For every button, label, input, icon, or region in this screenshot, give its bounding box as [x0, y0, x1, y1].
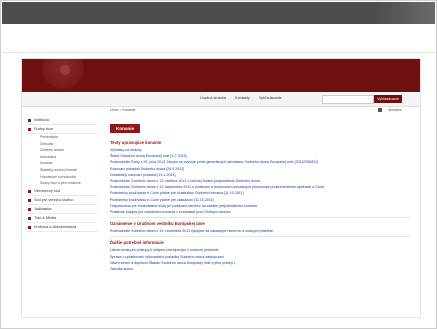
updated-label: aktuálne	[388, 108, 402, 112]
sidebar-item-label: Tlač & Médiá	[34, 215, 57, 220]
list-item-link[interactable]: Tabuľka súdov	[110, 266, 410, 272]
section-title: Ďalšie potrebné informácie	[110, 240, 164, 246]
breadcrumb[interactable]: Úvod > Konanie	[110, 108, 136, 112]
print-icon[interactable]	[378, 108, 382, 112]
top-link-search[interactable]: Vyhľadávanie	[259, 96, 282, 100]
sidebar-subitem[interactable]: Štatistiky súdnej činnosti	[28, 167, 98, 174]
sidebar-item-label: Judikatúra	[34, 206, 52, 211]
sidebar-item-general-court[interactable]: Všeobecný súd	[28, 187, 98, 196]
bullet-icon	[28, 189, 31, 193]
sidebar-nav: Inštitúcia Súdny dvor Prezentácia Členov…	[28, 116, 98, 232]
sidebar-item-label: Súd pre verejnú službu	[34, 197, 73, 202]
sidebar-item-institution[interactable]: Inštitúcia	[28, 116, 98, 125]
sidebar-item-label: Všeobecný súd	[34, 188, 60, 193]
list-item-link[interactable]: Rozhodnutie Súdneho dvora z 19. novembra…	[110, 228, 410, 234]
bullet-icon	[28, 216, 31, 220]
main-content: Konanie Texty upravujúce konanie Vyhlásk…	[110, 117, 410, 272]
sidebar-subitem[interactable]: Zloženie konaní	[28, 147, 98, 154]
top-links: Úradná stránka Kontakty Vyhľadávanie	[200, 96, 290, 100]
slide-top-bar-accent	[375, 2, 435, 24]
bullet-icon	[28, 207, 31, 211]
section-title: Oznámenie v Úradnom vestníku Európskej ú…	[110, 221, 205, 227]
slide-frame: Úradná stránka Kontakty Vyhľadávanie Vyh…	[0, 0, 437, 329]
sidebar-item-label: Inštitúcia	[34, 118, 49, 122]
site-header	[22, 59, 420, 92]
sidebar-subitem[interactable]: Súdny dvor a jeho zloženie	[28, 180, 98, 187]
section-title: Texty upravujúce konanie	[110, 140, 162, 145]
sidebar-subitem[interactable]: Členovia	[28, 141, 98, 148]
search-input[interactable]	[322, 95, 374, 104]
bullet-icon	[28, 128, 31, 131]
top-link-official[interactable]: Úradná stránka	[200, 96, 226, 100]
sidebar-item-label: Súdny dvor	[34, 127, 54, 131]
list-item-link[interactable]: Praktické pokyny pre účastníkov konania …	[110, 209, 410, 215]
sidebar-item-civil-service-tribunal[interactable]: Súd pre verejnú službu	[28, 196, 98, 205]
slide-top-bar	[2, 2, 435, 24]
sidebar-subitem[interactable]: Kancelária	[28, 154, 98, 161]
bullet-icon	[28, 198, 31, 202]
sidebar-subitem[interactable]: Prezentácia	[28, 134, 98, 141]
sidebar-item-court-of-justice[interactable]: Súdny dvor	[28, 125, 98, 134]
sidebar-subitem-procedure[interactable]: Konanie	[28, 160, 98, 167]
divider	[110, 236, 410, 238]
slide-title-band	[2, 24, 435, 53]
sidebar-item-library[interactable]: Knižnica a dokumentácia	[28, 223, 98, 232]
search-button[interactable]: Vyhľadávanie	[374, 95, 402, 103]
website-screenshot: Úradná stránka Kontakty Vyhľadávanie Vyh…	[21, 58, 421, 318]
court-seal-emblem	[60, 65, 70, 75]
sidebar-item-label: Knižnica a dokumentácia	[34, 224, 77, 229]
divider	[110, 217, 410, 219]
sidebar-item-press[interactable]: Tlač & Médiá	[28, 214, 98, 223]
bullet-icon	[28, 119, 31, 122]
top-link-contacts[interactable]: Kontakty	[235, 96, 250, 100]
sidebar-item-case-law[interactable]: Judikatúra	[28, 205, 98, 214]
page-title: Konanie	[110, 124, 141, 133]
bullet-icon	[28, 225, 31, 229]
sidebar-subitem[interactable]: Všeobecné rozhodnutia	[28, 174, 98, 181]
site-subheader: Úradná stránka Kontakty Vyhľadávanie Vyh…	[22, 92, 420, 107]
